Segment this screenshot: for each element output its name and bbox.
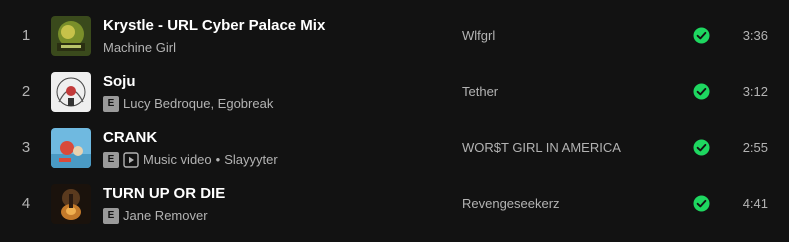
track-meta: Machine Girl bbox=[103, 39, 176, 56]
explicit-badge: E bbox=[103, 151, 119, 168]
track-number: 1 bbox=[21, 27, 31, 44]
track-number: 4 bbox=[21, 195, 31, 212]
explicit-badge: E bbox=[103, 207, 119, 224]
track-artists[interactable]: Machine Girl bbox=[103, 40, 176, 55]
music-video-label: Music video bbox=[143, 152, 212, 167]
track-meta: E Lucy Bedroque, Egobreak bbox=[103, 95, 273, 112]
explicit-badge: E bbox=[103, 95, 119, 112]
track-artists[interactable]: Slayyyter bbox=[224, 152, 277, 167]
album-art[interactable] bbox=[51, 16, 91, 56]
track-row[interactable]: 1 Krystle - URL Cyber Palace Mix Machine… bbox=[0, 8, 789, 64]
music-video-icon bbox=[123, 151, 139, 168]
check-circle-icon[interactable] bbox=[693, 195, 710, 212]
track-duration: 3:12 bbox=[742, 84, 768, 99]
album-art[interactable] bbox=[51, 72, 91, 112]
track-meta: E Jane Remover bbox=[103, 207, 208, 224]
track-album[interactable]: WOR$T GIRL IN AMERICA bbox=[462, 120, 621, 176]
track-number: 3 bbox=[21, 139, 31, 156]
track-row[interactable]: 2 Soju E Lucy Bedroque, Egobreak Tether … bbox=[0, 64, 789, 120]
tracklist: 1 Krystle - URL Cyber Palace Mix Machine… bbox=[0, 0, 789, 242]
separator-dot: • bbox=[215, 152, 221, 167]
track-number: 2 bbox=[21, 83, 31, 100]
track-artists[interactable]: Jane Remover bbox=[123, 208, 208, 223]
track-row[interactable]: 4 TURN UP OR DIE E Jane Remover Revenges… bbox=[0, 176, 789, 232]
track-album[interactable]: Revengeseekerz bbox=[462, 176, 560, 232]
album-art[interactable] bbox=[51, 128, 91, 168]
track-title[interactable]: TURN UP OR DIE bbox=[103, 185, 225, 202]
album-art[interactable] bbox=[51, 184, 91, 224]
track-album[interactable]: Wlfgrl bbox=[462, 8, 495, 64]
track-meta: E Music video • Slayyyter bbox=[103, 151, 278, 168]
track-duration: 4:41 bbox=[742, 196, 768, 211]
check-circle-icon[interactable] bbox=[693, 83, 710, 100]
track-artists[interactable]: Lucy Bedroque, Egobreak bbox=[123, 96, 273, 111]
check-circle-icon[interactable] bbox=[693, 27, 710, 44]
check-circle-icon[interactable] bbox=[693, 139, 710, 156]
track-duration: 3:36 bbox=[742, 28, 768, 43]
track-title[interactable]: Krystle - URL Cyber Palace Mix bbox=[103, 17, 325, 34]
track-title[interactable]: CRANK bbox=[103, 129, 157, 146]
track-album[interactable]: Tether bbox=[462, 64, 498, 120]
track-row[interactable]: 3 CRANK E Music video • Slayyyter WOR$T … bbox=[0, 120, 789, 176]
track-title[interactable]: Soju bbox=[103, 73, 136, 90]
track-duration: 2:55 bbox=[742, 140, 768, 155]
